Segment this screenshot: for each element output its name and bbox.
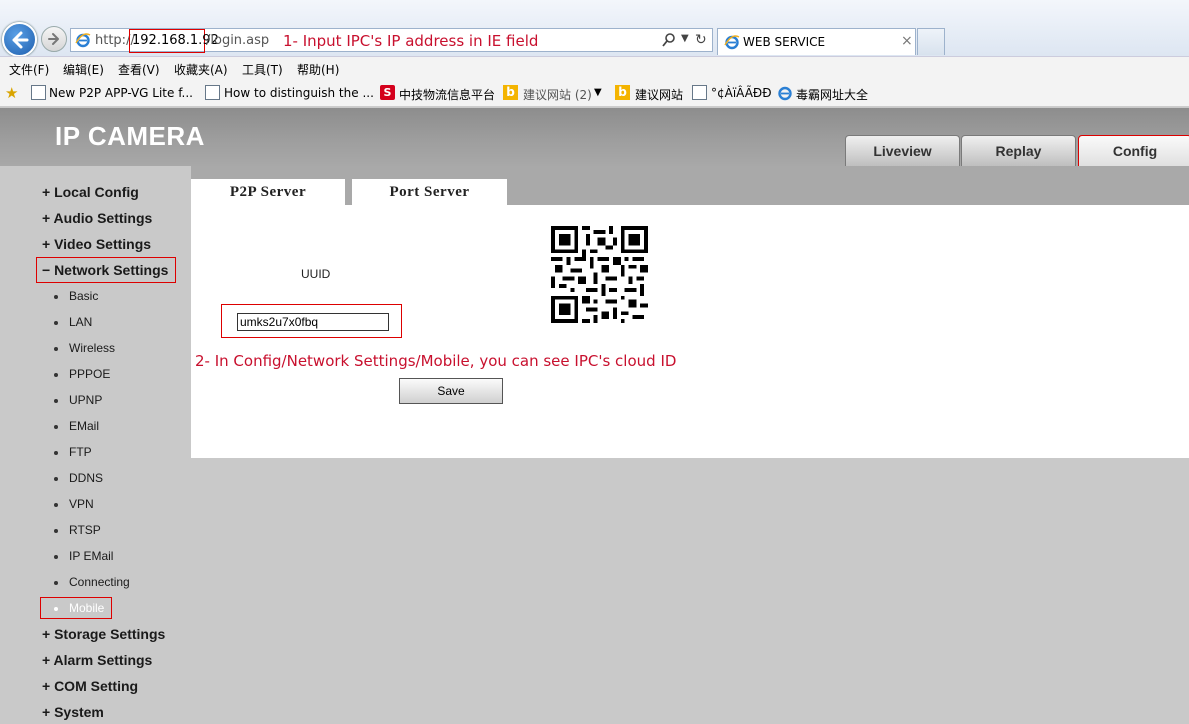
sidebar-group-alarm-settings[interactable]: + Alarm Settings [42,652,152,668]
content-tab-strip: P2P Server Port Server [191,166,1189,205]
favorites-bar: ★ New P2P APP-VG Lite f... How to distin… [0,80,1189,107]
ie-icon [75,33,91,48]
s-logo-icon: S [380,85,395,100]
sidebar-group-video-settings[interactable]: + Video Settings [42,236,151,252]
save-button[interactable]: Save [399,378,503,404]
page-icon [205,85,220,100]
menu-view[interactable]: 查看(V) [118,61,160,78]
forward-button[interactable] [41,26,67,52]
bing-icon: b [615,85,630,100]
ie-icon [724,35,740,50]
close-icon[interactable]: × [901,33,913,49]
sidebar-group-storage-settings[interactable]: + Storage Settings [42,626,165,642]
favorite-link[interactable]: 建议网站 [635,86,683,103]
menu-tools[interactable]: 工具(T) [242,61,283,78]
arrow-right-icon [48,33,59,45]
ie-icon [778,86,792,101]
annotation-step2: 2- In Config/Network Settings/Mobile, yo… [195,352,677,370]
browser-toolbar: http:// 192.168.1.92 /login.asp 1- Input… [0,0,1189,57]
chevron-down-icon[interactable]: ▼ [681,33,689,44]
page-icon [31,85,46,100]
sidebar-group-local-config[interactable]: + Local Config [42,184,139,200]
uuid-highlight [221,304,402,338]
favorite-link[interactable]: 毒霸网址大全 [796,86,868,103]
arrow-left-icon [12,31,29,49]
back-button[interactable] [2,22,37,57]
address-bar[interactable]: http:// 192.168.1.92 /login.asp 1- Input… [70,28,713,53]
sidebar-group-com-setting[interactable]: + COM Setting [42,678,138,694]
favorite-link[interactable]: 建议网站 (2) [523,86,592,103]
tab-port-server[interactable]: Port Server [352,179,507,205]
favorite-link[interactable]: How to distinguish the ... [224,86,374,100]
page-icon [692,85,707,100]
camera-header: IP CAMERA Liveview Replay Config [0,108,1189,167]
tab-title: WEB SERVICE [743,35,826,49]
address-ip-highlight: 192.168.1.92 [129,29,219,53]
menu-favorites[interactable]: 收藏夹(A) [174,61,228,78]
uuid-input[interactable] [237,313,389,331]
annotation-step1: 1- Input IPC's IP address in IE field [283,32,539,50]
favorite-link[interactable]: °¢ÀïÂÃÐÐ [711,86,772,100]
bing-icon: b [503,85,518,100]
browser-tab[interactable]: WEB SERVICE × [717,28,916,55]
uuid-label: UUID [301,267,331,281]
qr-code-icon [551,226,648,323]
star-icon[interactable]: ★ [5,84,18,102]
sidebar-group-network-settings[interactable]: − Network Settings [42,262,168,278]
menu-edit[interactable]: 编辑(E) [63,61,104,78]
page-title: IP CAMERA [55,121,205,151]
menu-help[interactable]: 帮助(H) [297,61,339,78]
menu-bar: 文件(F) 编辑(E) 查看(V) 收藏夹(A) 工具(T) 帮助(H) [0,56,1189,80]
tab-p2p-server[interactable]: P2P Server [191,179,345,205]
tab-replay[interactable]: Replay [961,135,1076,167]
search-icon[interactable] [661,32,677,48]
address-path: /login.asp [206,33,270,48]
sidebar-group-audio-settings[interactable]: + Audio Settings [42,210,152,226]
tab-liveview[interactable]: Liveview [845,135,960,167]
config-sidebar: + Local Config + Audio Settings + Video … [0,166,191,724]
mobile-settings-panel: P2P Server Port Server UUID 2- In Config… [191,166,1189,458]
sidebar-group-system[interactable]: + System [42,704,104,720]
refresh-icon[interactable]: ↻ [695,32,707,48]
menu-file[interactable]: 文件(F) [9,61,49,78]
chevron-down-icon[interactable]: ▼ [594,87,602,98]
tab-config[interactable]: Config [1078,135,1189,167]
favorite-link[interactable]: 中技物流信息平台 [399,86,495,103]
favorite-link[interactable]: New P2P APP-VG Lite f... [49,86,193,100]
new-tab-button[interactable] [917,28,945,55]
